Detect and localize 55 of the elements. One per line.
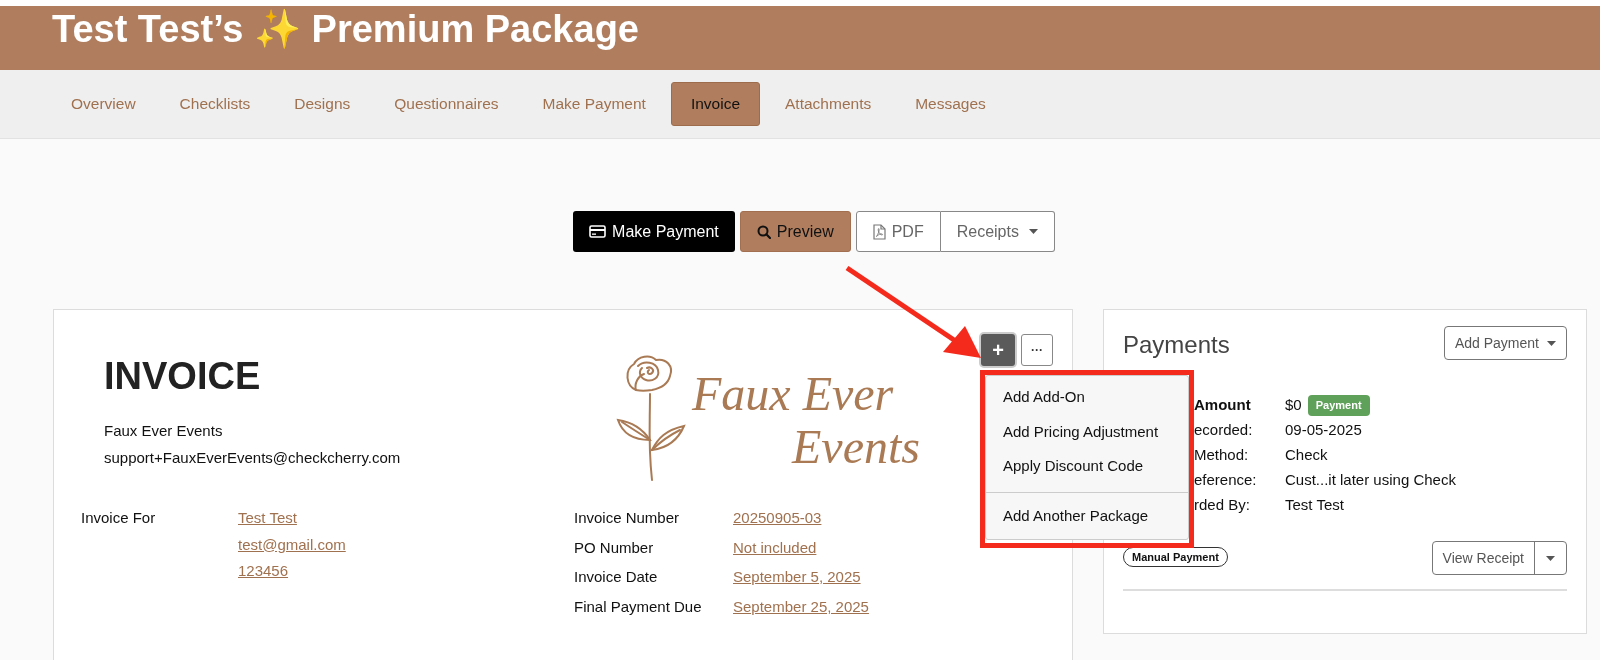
- status-badge: Payment: [1307, 395, 1370, 416]
- field-label: Invoice Date: [574, 567, 659, 587]
- search-icon: [756, 224, 771, 239]
- add-button[interactable]: +: [981, 334, 1015, 366]
- payment-label: Amount: [1194, 395, 1252, 416]
- payment-value: Check: [1285, 445, 1328, 466]
- field-link[interactable]: Not included: [733, 536, 817, 559]
- dropdown-button[interactable]: Receipts: [940, 211, 1055, 252]
- tab[interactable]: Designs: [275, 82, 370, 126]
- page-title: Test Test’s ✨ Premium Package: [52, 10, 639, 48]
- tab[interactable]: Checklists: [160, 82, 270, 126]
- menu-item[interactable]: Add Pricing Adjustment: [986, 414, 1188, 449]
- field-link[interactable]: September 25, 2025: [733, 595, 869, 618]
- client-link[interactable]: Test Test: [238, 507, 297, 530]
- payment-label: rded By:: [1194, 495, 1251, 516]
- tab[interactable]: Invoice: [670, 82, 761, 126]
- caret-icon: [1028, 229, 1038, 234]
- view-receipt-button[interactable]: View Receipt: [1432, 542, 1534, 574]
- tab[interactable]: Overview: [52, 82, 155, 126]
- client-link[interactable]: test@gmail.com: [238, 533, 346, 556]
- menu-item[interactable]: Add Add-On: [986, 380, 1188, 415]
- field-link[interactable]: September 5, 2025: [733, 566, 861, 589]
- add-payment-button[interactable]: Add Payment: [1443, 326, 1567, 360]
- tab[interactable]: Questionnaires: [375, 82, 518, 126]
- invoice-heading: INVOICE: [104, 357, 261, 395]
- tab[interactable]: Messages: [896, 82, 1005, 126]
- caret-icon: [1547, 340, 1556, 346]
- client-link[interactable]: 123456: [238, 560, 289, 583]
- company-email: support+FauxEverEvents@checkcherry.com: [104, 447, 402, 468]
- payment-label: Method:: [1194, 445, 1250, 466]
- field-label: Final Payment Due: [574, 596, 703, 617]
- payment-value: 09-05-2025: [1285, 420, 1362, 441]
- field-link[interactable]: 20250905-03: [733, 507, 822, 530]
- logo-text: Faux Ever Events: [692, 368, 920, 474]
- field-label: Invoice Number: [574, 508, 681, 528]
- field-label: Invoice For: [81, 508, 157, 528]
- menu-item[interactable]: Add Another Package: [986, 498, 1188, 533]
- pdf-file-icon: [872, 223, 886, 240]
- tab[interactable]: Make Payment: [523, 82, 665, 126]
- action-button[interactable]: Preview: [739, 211, 851, 252]
- menu-item[interactable]: Apply Discount Code: [986, 449, 1188, 484]
- payment-label: ecorded:: [1194, 420, 1254, 441]
- credit-card-icon: [589, 225, 607, 238]
- payment-value: Cust...it later using Check: [1285, 470, 1456, 491]
- field-label: PO Number: [574, 537, 655, 558]
- payments-title: Payments: [1123, 330, 1230, 360]
- payment-label: eference:: [1194, 470, 1258, 491]
- company-name: Faux Ever Events: [104, 421, 224, 441]
- payment-value: Test Test: [1285, 495, 1344, 516]
- tab[interactable]: Attachments: [766, 82, 891, 126]
- more-button[interactable]: ···: [1021, 334, 1053, 366]
- caret-icon: [1546, 555, 1555, 561]
- action-button[interactable]: Make Payment: [573, 211, 735, 252]
- action-button[interactable]: PDF: [855, 211, 941, 252]
- payment-value: $0: [1285, 395, 1302, 416]
